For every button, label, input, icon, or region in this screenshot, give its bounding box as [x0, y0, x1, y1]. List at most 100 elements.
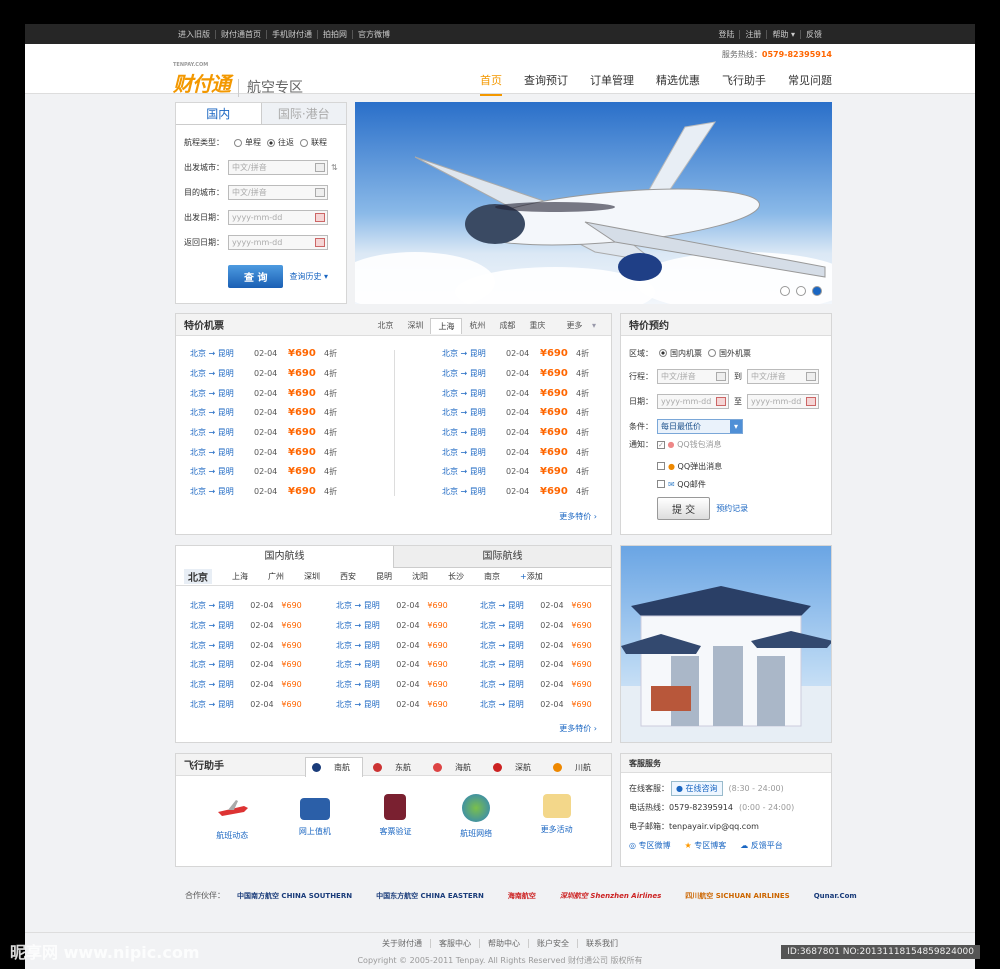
tab-domestic-routes[interactable]: 国内航线: [176, 546, 394, 568]
fare-row[interactable]: 北京 → 昆明 02-04 ¥690 4折: [190, 403, 380, 423]
search-history-link[interactable]: 查询历史 ▾: [289, 271, 328, 282]
footer-security[interactable]: 账户安全: [529, 939, 578, 948]
route-name[interactable]: 北京 → 昆明: [336, 640, 396, 651]
airline-tab-hna[interactable]: 海航: [427, 757, 483, 777]
route-city-nanjing[interactable]: 南京: [484, 571, 500, 582]
calendar-icon[interactable]: [716, 397, 726, 406]
submit-reservation-button[interactable]: 提 交: [657, 497, 711, 520]
fare-route[interactable]: 北京 → 昆明: [190, 427, 254, 438]
airline-tab-cea[interactable]: 东航: [367, 757, 423, 777]
weibo-link[interactable]: 官方微博: [353, 30, 395, 39]
city-tab-more[interactable]: 更多 ▾: [552, 318, 603, 334]
footer-service[interactable]: 客服中心: [431, 939, 480, 948]
route-row[interactable]: 北京 → 昆明 02-04 ¥690: [480, 616, 620, 636]
route-row[interactable]: 北京 → 昆明 02-04 ¥690: [336, 616, 476, 636]
route-row[interactable]: 北京 → 昆明 02-04 ¥690: [190, 694, 330, 714]
swap-icon[interactable]: ⇅: [331, 163, 338, 172]
fare-row[interactable]: 北京 → 昆明 02-04 ¥690 4折: [190, 383, 380, 403]
route-city-shenyang[interactable]: 沈阳: [412, 571, 428, 582]
mobile-tenpay-link[interactable]: 手机财付通: [267, 29, 318, 39]
city-tab-chongqing[interactable]: 重庆: [522, 318, 552, 334]
route-city-beijing[interactable]: 北京: [184, 569, 212, 584]
fare-route[interactable]: 北京 → 昆明: [190, 466, 254, 477]
city-tab-chengdu[interactable]: 成都: [492, 318, 522, 334]
calendar-icon[interactable]: [806, 397, 816, 406]
carousel-dot-1[interactable]: [780, 286, 790, 296]
tab-international[interactable]: 国际·港台: [260, 103, 346, 124]
fare-route[interactable]: 北京 → 昆明: [442, 427, 506, 438]
route-name[interactable]: 北京 → 昆明: [336, 679, 396, 690]
route-row[interactable]: 北京 → 昆明 02-04 ¥690: [480, 694, 620, 714]
fare-row[interactable]: 北京 → 昆明 02-04 ¥690 4折: [190, 344, 380, 364]
fare-row[interactable]: 北京 → 昆明 02-04 ¥690 4折: [442, 383, 632, 403]
route-row[interactable]: 北京 → 昆明 02-04 ¥690: [190, 616, 330, 636]
city-tab-beijing[interactable]: 北京: [370, 318, 400, 334]
checkbox-qq-wallet[interactable]: ✓: [657, 441, 665, 449]
from-city-input[interactable]: 中文/拼音: [228, 160, 328, 175]
more-routes-link[interactable]: 更多特价 ›: [559, 723, 597, 734]
route-name[interactable]: 北京 → 昆明: [190, 620, 250, 631]
nav-orders[interactable]: 订单管理: [590, 72, 634, 96]
paipai-link[interactable]: 拍拍网: [318, 29, 353, 39]
footer-contact[interactable]: 联系我们: [578, 939, 626, 948]
route-city-xian[interactable]: 西安: [340, 571, 356, 582]
nav-search[interactable]: 查询预订: [524, 72, 568, 96]
route-name[interactable]: 北京 → 昆明: [336, 620, 396, 631]
reserve-date-to[interactable]: yyyy-mm-dd: [747, 394, 819, 409]
weibo-link[interactable]: ◎ 专区微博: [629, 840, 671, 851]
route-name[interactable]: 北京 → 昆明: [336, 600, 396, 611]
route-row[interactable]: 北京 → 昆明 02-04 ¥690: [336, 694, 476, 714]
condition-select[interactable]: 每日最低价 ▾: [657, 419, 743, 434]
route-row[interactable]: 北京 → 昆明 02-04 ¥690: [190, 675, 330, 695]
radio-domestic[interactable]: [659, 349, 667, 357]
radio-oneway[interactable]: [234, 138, 242, 147]
feedback-link[interactable]: 反馈: [801, 30, 827, 39]
partner-sza[interactable]: 深圳航空 Shenzhen Airlines: [560, 891, 661, 901]
more-specials-link[interactable]: 更多特价 ›: [559, 511, 597, 522]
footer-about[interactable]: 关于财付通: [374, 939, 431, 948]
fare-route[interactable]: 北京 → 昆明: [190, 368, 254, 379]
route-name[interactable]: 北京 → 昆明: [480, 699, 540, 710]
route-name[interactable]: 北京 → 昆明: [336, 659, 396, 670]
tab-domestic[interactable]: 国内: [176, 103, 261, 124]
route-city-changsha[interactable]: 长沙: [448, 571, 464, 582]
fare-row[interactable]: 北京 → 昆明 02-04 ¥690 4折: [442, 482, 632, 502]
radio-roundtrip[interactable]: [267, 138, 275, 147]
search-button[interactable]: 查 询: [228, 265, 284, 288]
route-name[interactable]: 北京 → 昆明: [336, 699, 396, 710]
email-address[interactable]: tenpayair.vip@qq.com: [669, 822, 759, 831]
partner-csa[interactable]: 中国南方航空 CHINA SOUTHERN: [237, 891, 352, 901]
city-picker-icon[interactable]: [806, 372, 816, 381]
route-row[interactable]: 北京 → 昆明 02-04 ¥690: [480, 655, 620, 675]
partner-qunar[interactable]: Qunar.Com: [814, 892, 857, 900]
partner-sca[interactable]: 四川航空 SICHUAN AIRLINES: [685, 891, 789, 901]
nav-assistant[interactable]: 飞行助手: [722, 72, 766, 96]
nav-home[interactable]: 首页: [480, 72, 502, 96]
fare-route[interactable]: 北京 → 昆明: [442, 447, 506, 458]
radio-foreign[interactable]: [708, 349, 716, 357]
route-name[interactable]: 北京 → 昆明: [190, 659, 250, 670]
footer-help[interactable]: 帮助中心: [480, 939, 529, 948]
fare-route[interactable]: 北京 → 昆明: [442, 368, 506, 379]
route-name[interactable]: 北京 → 昆明: [190, 640, 250, 651]
fare-row[interactable]: 北京 → 昆明 02-04 ¥690 4折: [442, 344, 632, 364]
route-row[interactable]: 北京 → 昆明 02-04 ¥690: [336, 655, 476, 675]
fare-route[interactable]: 北京 → 昆明: [190, 486, 254, 497]
route-name[interactable]: 北京 → 昆明: [480, 620, 540, 631]
fare-route[interactable]: 北京 → 昆明: [190, 447, 254, 458]
route-row[interactable]: 北京 → 昆明 02-04 ¥690: [336, 635, 476, 655]
hero-banner[interactable]: [355, 102, 832, 304]
route-name[interactable]: 北京 → 昆明: [190, 679, 250, 690]
fare-row[interactable]: 北京 → 昆明 02-04 ¥690 4折: [442, 462, 632, 482]
fare-route[interactable]: 北京 → 昆明: [442, 486, 506, 497]
fare-row[interactable]: 北京 → 昆明 02-04 ¥690 4折: [190, 462, 380, 482]
tenpay-home-link[interactable]: 财付通首页: [216, 29, 267, 39]
reserve-from-input[interactable]: 中文/拼音: [657, 369, 729, 384]
fare-route[interactable]: 北京 → 昆明: [190, 348, 254, 359]
route-name[interactable]: 北京 → 昆明: [480, 640, 540, 651]
online-checkin-item[interactable]: 网上值机: [299, 794, 331, 841]
tab-international-routes[interactable]: 国际航线: [394, 546, 611, 568]
route-row[interactable]: 北京 → 昆明 02-04 ¥690: [190, 655, 330, 675]
fare-row[interactable]: 北京 → 昆明 02-04 ¥690 4折: [190, 442, 380, 462]
old-version-link[interactable]: 进入旧版: [173, 29, 216, 39]
